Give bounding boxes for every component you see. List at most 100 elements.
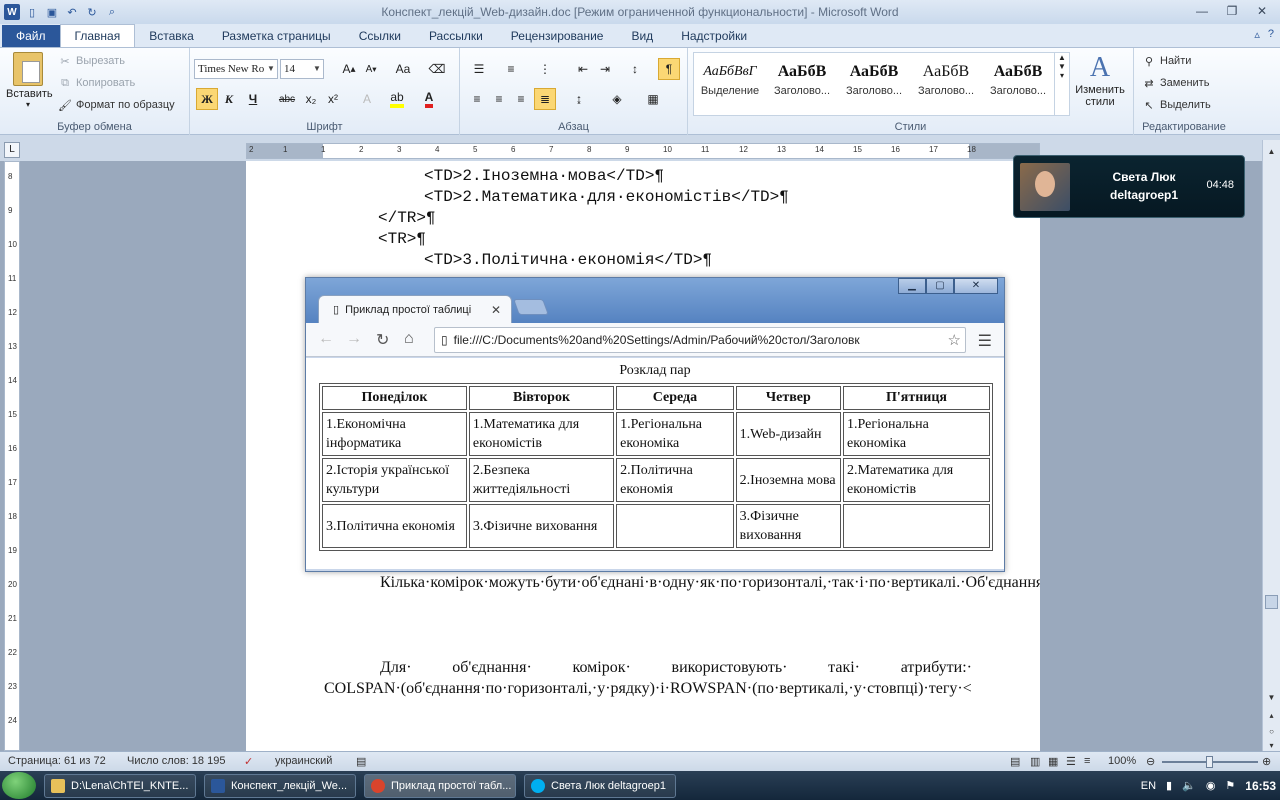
- highlight-icon[interactable]: ab: [386, 88, 408, 110]
- prev-page-icon[interactable]: ▴: [1263, 708, 1280, 724]
- browser-maximize-button[interactable]: ▢: [926, 278, 954, 294]
- sort-icon[interactable]: ↕: [624, 58, 646, 80]
- style-heading-2[interactable]: АаБбВ Заголово...: [838, 53, 910, 115]
- close-button[interactable]: ✕: [1248, 2, 1276, 20]
- language-indicator[interactable]: EN: [1141, 780, 1156, 792]
- horizontal-ruler[interactable]: 2 1 1 2 3 4 5 6 7 8 9 10 11 12 13 14 15 16 17 18: [246, 143, 1040, 159]
- spellcheck-icon[interactable]: ✓: [244, 755, 253, 768]
- call-notification[interactable]: Света Люк deltagroep1 04:48: [1013, 155, 1245, 218]
- subscript-button[interactable]: x₂: [300, 88, 322, 110]
- word-icon[interactable]: W: [4, 4, 20, 20]
- taskbar-button-skype[interactable]: Света Люк deltagroep1: [524, 774, 676, 798]
- replace-button[interactable]: ⇄ Заменить: [1142, 76, 1209, 90]
- align-right-icon[interactable]: ≡: [510, 88, 532, 110]
- find-button[interactable]: ⚲ Найти: [1142, 54, 1191, 68]
- flag-icon[interactable]: ⚑: [1225, 779, 1235, 792]
- start-button[interactable]: [2, 772, 36, 799]
- browser-tab[interactable]: ▯ Приклад простої таблиці ✕: [318, 295, 512, 323]
- view-draft-icon[interactable]: ≡: [1084, 755, 1090, 767]
- tab-references[interactable]: Ссылки: [345, 25, 415, 47]
- clear-format-icon[interactable]: ⌫: [426, 58, 448, 80]
- redo-icon[interactable]: ↻: [84, 4, 100, 20]
- view-reading-icon[interactable]: ▥: [1030, 755, 1040, 768]
- tab-review[interactable]: Рецензирование: [497, 25, 618, 47]
- tab-selector[interactable]: L: [4, 142, 20, 158]
- font-size-combo[interactable]: 14 ▼: [280, 59, 324, 79]
- reload-icon[interactable]: ↻: [376, 330, 389, 350]
- paste-button[interactable]: Вставить ▾: [6, 52, 53, 109]
- change-case-button[interactable]: Aa: [392, 58, 414, 80]
- style-heading-1[interactable]: АаБбВ Заголово...: [766, 53, 838, 115]
- cut-button[interactable]: ✂ Вырезать: [58, 54, 125, 68]
- borders-icon[interactable]: ▦: [642, 88, 664, 110]
- tab-page-layout[interactable]: Разметка страницы: [208, 25, 345, 47]
- browser-close-button[interactable]: ✕: [954, 278, 998, 294]
- minimize-button[interactable]: —: [1188, 2, 1216, 20]
- scroll-thumb[interactable]: [1265, 595, 1278, 609]
- zoom-level[interactable]: 100%: [1108, 755, 1136, 767]
- copy-button[interactable]: ⧉ Копировать: [58, 76, 135, 90]
- format-painter-button[interactable]: 🖌 Формат по образцу: [58, 98, 175, 112]
- tab-mailings[interactable]: Рассылки: [415, 25, 497, 47]
- change-styles-button[interactable]: A Изменить стили: [1072, 52, 1128, 108]
- text-effects-icon[interactable]: A: [356, 88, 378, 110]
- grow-font-button[interactable]: A ▴: [338, 58, 360, 80]
- shrink-font-button[interactable]: A ▾: [360, 58, 382, 80]
- word-count[interactable]: Число слов: 18 195: [127, 755, 225, 767]
- show-formatting-button[interactable]: ¶: [658, 58, 680, 80]
- network-icon[interactable]: ▮: [1166, 779, 1172, 792]
- scroll-down-icon[interactable]: ▼: [1263, 690, 1280, 706]
- tab-insert[interactable]: Вставка: [135, 25, 208, 47]
- macro-icon[interactable]: ▤: [356, 755, 366, 768]
- volume-icon[interactable]: 🔈: [1182, 779, 1196, 792]
- underline-button[interactable]: Ч: [242, 88, 264, 110]
- strikethrough-button[interactable]: abc: [276, 88, 298, 110]
- zoom-slider-thumb[interactable]: [1206, 756, 1213, 768]
- superscript-button[interactable]: x²: [322, 88, 344, 110]
- tab-close-icon[interactable]: ✕: [491, 303, 501, 317]
- zoom-in-icon[interactable]: ⊕: [1262, 755, 1271, 768]
- browser-minimize-button[interactable]: ▁: [898, 278, 926, 294]
- menu-icon[interactable]: ☰: [978, 331, 992, 351]
- scroll-up-icon[interactable]: ▲: [1263, 144, 1280, 160]
- multilevel-list-icon[interactable]: ⋮: [534, 58, 556, 80]
- tab-file[interactable]: Файл: [2, 25, 60, 47]
- view-web-icon[interactable]: ▦: [1048, 755, 1058, 768]
- new-tab-button[interactable]: [513, 299, 549, 315]
- print-preview-icon[interactable]: ⌕: [104, 4, 120, 20]
- help-icon[interactable]: ?: [1268, 28, 1274, 41]
- shading-icon[interactable]: ◈: [606, 88, 628, 110]
- decrease-indent-icon[interactable]: ⇤: [572, 58, 594, 80]
- skype-tray-icon[interactable]: ◉: [1206, 779, 1216, 792]
- increase-indent-icon[interactable]: ⇥: [594, 58, 616, 80]
- vertical-scrollbar[interactable]: ▲ ▼ ▴ ○ ▾: [1262, 140, 1280, 751]
- styles-scroll[interactable]: ▲ ▼ ▾: [1054, 53, 1069, 115]
- style-heading-4[interactable]: АаБбВ Заголово...: [982, 53, 1054, 115]
- justify-icon[interactable]: ≣: [534, 88, 556, 110]
- style-emphasis[interactable]: АаБбВвГ Выделение: [694, 53, 766, 115]
- taskbar-button-word[interactable]: Конспект_лекцій_We...: [204, 774, 356, 798]
- address-bar[interactable]: ▯ file:///C:/Documents%20and%20Settings/…: [434, 327, 966, 353]
- vertical-ruler[interactable]: 8 9 10 11 12 13 14 15 16 17 18 19 20 21 22 23 24: [4, 161, 20, 751]
- forward-icon[interactable]: →: [346, 330, 362, 348]
- clock[interactable]: 16:53: [1245, 779, 1276, 793]
- select-button[interactable]: ↖ Выделить: [1142, 98, 1210, 112]
- style-heading-3[interactable]: АаБбВ Заголово...: [910, 53, 982, 115]
- bold-button[interactable]: Ж: [196, 88, 218, 110]
- save-icon[interactable]: ▣: [44, 4, 60, 20]
- tab-view[interactable]: Вид: [617, 25, 667, 47]
- taskbar-button-browser[interactable]: Приклад простої табл...: [364, 774, 516, 798]
- italic-button[interactable]: К: [218, 88, 240, 110]
- align-left-icon[interactable]: ≡: [466, 88, 488, 110]
- numbering-icon[interactable]: ≡: [500, 58, 522, 80]
- maximize-button[interactable]: ❐: [1218, 2, 1246, 20]
- page-indicator[interactable]: Страница: 61 из 72: [8, 755, 106, 767]
- back-icon[interactable]: ←: [318, 330, 334, 348]
- undo-icon[interactable]: ↶: [64, 4, 80, 20]
- font-name-combo[interactable]: Times New Ro ▼: [194, 59, 278, 79]
- view-print-layout-icon[interactable]: ▤: [1010, 755, 1020, 768]
- bullets-icon[interactable]: ☰: [468, 58, 490, 80]
- zoom-out-icon[interactable]: ⊖: [1146, 755, 1155, 768]
- new-doc-icon[interactable]: ▯: [24, 4, 40, 20]
- tab-addins[interactable]: Надстройки: [667, 25, 761, 47]
